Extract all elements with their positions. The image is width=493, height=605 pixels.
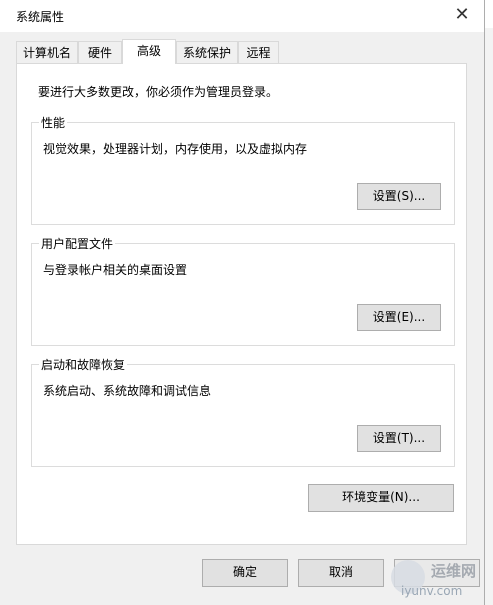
tab-remote[interactable]: 远程	[238, 41, 279, 63]
user-profiles-description: 与登录帐户相关的桌面设置	[43, 263, 188, 277]
user-profiles-group: 用户配置文件 与登录帐户相关的桌面设置 设置(E)...	[31, 235, 455, 346]
performance-settings-button[interactable]: 设置(S)...	[357, 183, 441, 210]
user-profiles-label: 用户配置文件	[39, 235, 116, 252]
startup-recovery-description: 系统启动、系统故障和调试信息	[43, 384, 212, 398]
close-icon[interactable]: ✕	[448, 3, 476, 27]
performance-group: 性能 视觉效果，处理器计划，内存使用，以及虚拟内存 设置(S)...	[31, 114, 455, 225]
title-bar: 系统属性 ✕	[0, 0, 484, 32]
watermark-cn: 运维网	[431, 562, 477, 580]
site-watermark: 运维网 iyunv.com	[391, 558, 487, 600]
tab-system-protection[interactable]: 系统保护	[176, 41, 238, 63]
performance-label: 性能	[39, 114, 68, 131]
cancel-button[interactable]: 取消	[298, 559, 384, 587]
admin-notice: 要进行大多数更改，你必须作为管理员登录。	[38, 85, 279, 99]
system-properties-dialog: 系统属性 ✕ 计算机名 硬件 高级 系统保护 远程 要进行大多数更改，你必须作为…	[0, 0, 485, 605]
background-window-right	[484, 28, 493, 605]
tab-computer-name[interactable]: 计算机名	[16, 41, 78, 63]
watermark-en: iyunv.com	[401, 584, 463, 598]
startup-recovery-settings-button[interactable]: 设置(T)...	[357, 425, 441, 452]
environment-variables-button[interactable]: 环境变量(N)...	[308, 484, 454, 512]
performance-description: 视觉效果，处理器计划，内存使用，以及虚拟内存	[43, 142, 308, 156]
tab-advanced[interactable]: 高级	[122, 39, 176, 64]
tab-hardware[interactable]: 硬件	[78, 41, 122, 63]
ok-button[interactable]: 确定	[202, 559, 288, 587]
user-profiles-settings-button[interactable]: 设置(E)...	[357, 304, 441, 331]
window-title: 系统属性	[16, 10, 65, 24]
startup-recovery-group: 启动和故障恢复 系统启动、系统故障和调试信息 设置(T)...	[31, 356, 455, 467]
startup-recovery-label: 启动和故障恢复	[39, 356, 128, 373]
